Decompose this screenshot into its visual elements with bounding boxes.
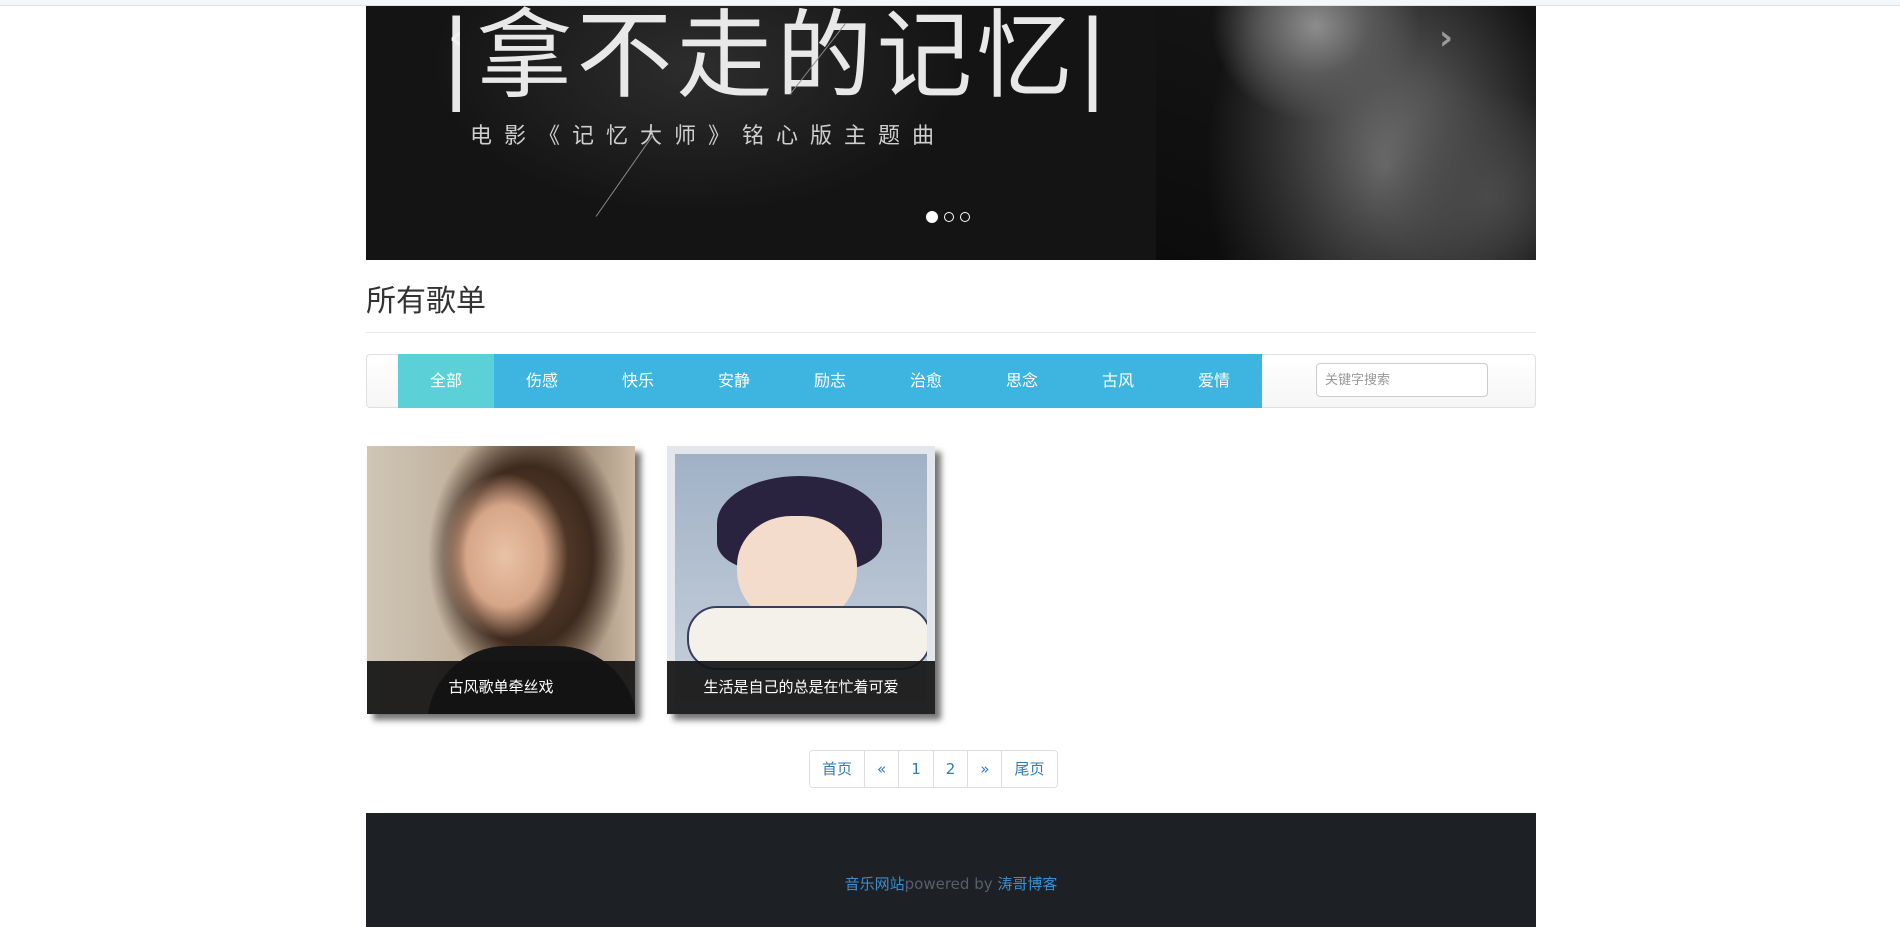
- footer-credit: 音乐网站powered by 涛哥博客: [366, 873, 1536, 894]
- category-tab-quiet[interactable]: 安静: [686, 354, 782, 408]
- pagination-next[interactable]: »: [967, 751, 1002, 787]
- category-tab-missing[interactable]: 思念: [974, 354, 1070, 408]
- carousel-indicator-3[interactable]: [960, 212, 970, 222]
- playlist-card[interactable]: 生活是自己的总是在忙着可爱: [667, 446, 935, 714]
- category-tab-inspirational[interactable]: 励志: [782, 354, 878, 408]
- pagination-first[interactable]: 首页: [810, 751, 865, 787]
- footer-powered-text: powered by: [904, 875, 998, 893]
- category-tab-love[interactable]: 爱情: [1166, 354, 1262, 408]
- playlist-card[interactable]: 古风歌单牵丝戏: [367, 446, 635, 714]
- title-divider: [366, 332, 1536, 333]
- banner-figure-image: [1156, 6, 1536, 260]
- banner-carousel[interactable]: |拿不走的记忆| 电影《记忆大师》铭心版主题曲 ‹ ›: [366, 6, 1536, 260]
- category-tab-all[interactable]: 全部: [398, 354, 494, 408]
- category-navbar: 全部 伤感 快乐 安静 励志 治愈 思念 古风 爱情: [366, 354, 1536, 408]
- category-tab-ancient[interactable]: 古风: [1070, 354, 1166, 408]
- carousel-indicator-1[interactable]: [926, 211, 938, 223]
- pagination-prev[interactable]: «: [864, 751, 899, 787]
- playlist-caption[interactable]: 古风歌单牵丝戏: [367, 661, 635, 714]
- category-list: 全部 伤感 快乐 安静 励志 治愈 思念 古风 爱情: [398, 354, 1262, 408]
- category-tab-sad[interactable]: 伤感: [494, 354, 590, 408]
- page-title: 所有歌单: [366, 284, 486, 319]
- footer-author-link[interactable]: 涛哥博客: [997, 875, 1057, 893]
- category-tab-happy[interactable]: 快乐: [590, 354, 686, 408]
- playlist-caption[interactable]: 生活是自己的总是在忙着可爱: [667, 661, 935, 714]
- category-tab-healing[interactable]: 治愈: [878, 354, 974, 408]
- banner-title: |拿不走的记忆|: [440, 6, 1113, 112]
- banner-subtitle: 电影《记忆大师》铭心版主题曲: [470, 124, 947, 149]
- keyword-search-input[interactable]: [1316, 363, 1488, 397]
- pagination-last[interactable]: 尾页: [1001, 751, 1057, 787]
- carousel-prev-icon[interactable]: ‹: [436, 18, 476, 58]
- carousel-next-icon[interactable]: ›: [1426, 18, 1466, 58]
- footer-site-link[interactable]: 音乐网站: [845, 875, 905, 893]
- carousel-indicator-2[interactable]: [944, 212, 954, 222]
- pagination-page-1[interactable]: 1: [898, 751, 933, 787]
- footer: 音乐网站powered by 涛哥博客: [366, 813, 1536, 927]
- pagination-page-2[interactable]: 2: [932, 751, 968, 787]
- pagination: 首页 « 1 2 » 尾页: [809, 750, 1058, 788]
- carousel-indicators: [926, 211, 970, 223]
